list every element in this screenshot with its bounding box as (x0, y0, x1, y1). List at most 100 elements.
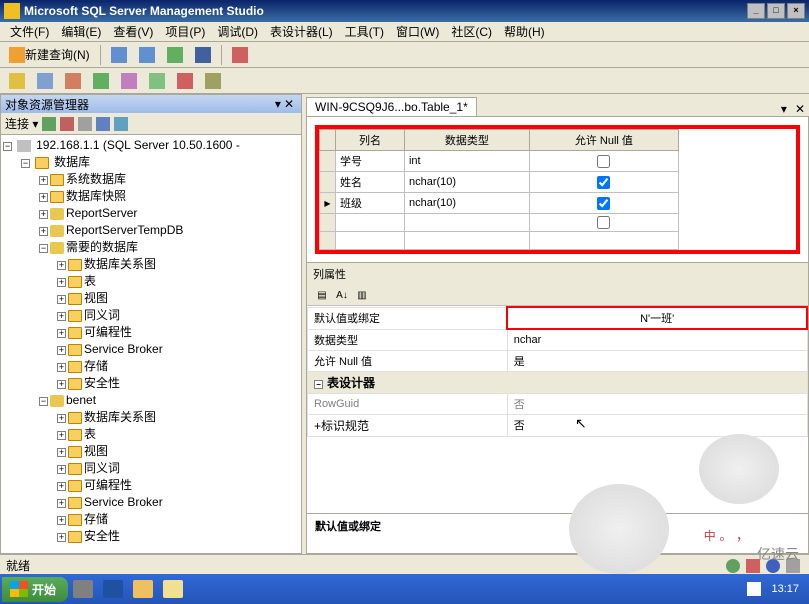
tree-item[interactable]: +安全性 (57, 375, 299, 392)
tb-insert-button[interactable] (144, 70, 170, 92)
col-name-cell[interactable]: 班级 (336, 193, 405, 214)
props-categorized-button[interactable]: ▤ (313, 287, 331, 303)
tree-item[interactable]: +数据库关系图 (57, 256, 299, 273)
tab-close-button[interactable]: ✕ (791, 102, 809, 116)
expand-icon[interactable]: + (57, 516, 66, 525)
tree-item[interactable]: +可编程性 (57, 477, 299, 494)
column-row[interactable]: 姓名 nchar(10) (320, 172, 679, 193)
sysdb-node[interactable]: +系统数据库 (39, 171, 299, 188)
prop-row[interactable]: RowGuid 否 (308, 393, 808, 414)
collapse-icon[interactable]: − (39, 397, 48, 406)
tree-item[interactable]: +Service Broker (57, 341, 299, 358)
prop-value[interactable]: nchar (507, 329, 807, 350)
column-definition-grid[interactable]: 列名 数据类型 允许 Null 值 学号 int 姓名 (319, 129, 679, 250)
refresh-icon[interactable] (114, 117, 128, 131)
quicklaunch-item[interactable] (159, 576, 187, 602)
column-row-empty[interactable] (320, 214, 679, 232)
tree-item[interactable]: +数据库关系图 (57, 409, 299, 426)
tb-activity-button[interactable] (227, 44, 253, 66)
menu-edit[interactable]: 编辑(E) (55, 21, 107, 42)
expand-icon[interactable]: + (39, 227, 48, 236)
reportservertemp-node[interactable]: +ReportServerTempDB (39, 222, 299, 239)
tree-item[interactable]: +安全性 (57, 528, 299, 545)
disconnect-icon[interactable] (60, 117, 74, 131)
prop-category[interactable]: −表设计器 (308, 371, 808, 393)
column-row[interactable]: 班级 nchar(10) (320, 193, 679, 214)
connect-icon[interactable] (42, 117, 56, 131)
prop-row[interactable]: 数据类型 nchar (308, 329, 808, 350)
prop-value[interactable]: 是 (507, 350, 807, 371)
close-button[interactable]: × (787, 3, 805, 19)
start-button[interactable]: 开始 (2, 577, 68, 602)
tree-item[interactable]: +存储 (57, 511, 299, 528)
prop-row[interactable]: 允许 Null 值 是 (308, 350, 808, 371)
tb-fulltext-button[interactable] (116, 70, 142, 92)
connect-button[interactable]: 连接 ▾ (5, 115, 38, 132)
minimize-button[interactable]: _ (747, 3, 765, 19)
expand-icon[interactable]: + (57, 329, 66, 338)
snapshot-node[interactable]: +数据库快照 (39, 188, 299, 205)
reportserver-node[interactable]: +ReportServer (39, 205, 299, 222)
quicklaunch-item[interactable] (129, 576, 157, 602)
server-node[interactable]: − 192.168.1.1 (SQL Server 10.50.1600 - (3, 137, 299, 154)
menu-view[interactable]: 查看(V) (107, 21, 159, 42)
expand-icon[interactable]: + (57, 380, 66, 389)
prop-row[interactable]: 默认值或绑定 N'一班' (308, 307, 808, 329)
prop-value-default-binding[interactable]: N'一班' (507, 307, 807, 329)
expand-icon[interactable]: + (57, 312, 66, 321)
tree-item[interactable]: +可编程性 (57, 324, 299, 341)
tb-key-button[interactable] (4, 70, 30, 92)
quicklaunch-item[interactable] (99, 576, 127, 602)
col-type-cell[interactable]: nchar(10) (404, 193, 529, 214)
benet-node[interactable]: −benet (39, 392, 299, 409)
maximize-button[interactable]: □ (767, 3, 785, 19)
tb-open-button[interactable] (106, 44, 132, 66)
props-pages-button[interactable]: ▥ (353, 287, 371, 303)
object-explorer-tree[interactable]: − 192.168.1.1 (SQL Server 10.50.1600 - −… (1, 135, 301, 553)
databases-node[interactable]: − 数据库 (21, 154, 299, 171)
allow-null-checkbox[interactable] (597, 197, 610, 210)
menu-help[interactable]: 帮助(H) (498, 21, 551, 42)
expand-icon[interactable]: + (39, 210, 48, 219)
prop-row[interactable]: +标识规范 否 (308, 414, 808, 436)
column-row-empty[interactable] (320, 232, 679, 250)
tb-delete-button[interactable] (172, 70, 198, 92)
document-tab[interactable]: WIN-9CSQ9J6...bo.Table_1* (306, 97, 477, 116)
expand-icon[interactable]: + (57, 465, 66, 474)
tree-item[interactable]: +表 (57, 273, 299, 290)
allow-null-checkbox[interactable] (597, 155, 610, 168)
expand-icon[interactable]: + (57, 414, 66, 423)
menu-window[interactable]: 窗口(W) (390, 21, 445, 42)
tb-index-button[interactable] (60, 70, 86, 92)
expand-icon[interactable]: + (39, 193, 48, 202)
tb-save-button[interactable] (134, 44, 160, 66)
taskbar-clock[interactable]: 13:17 (763, 583, 807, 595)
expand-icon[interactable]: + (57, 533, 66, 542)
expand-icon[interactable]: + (57, 363, 66, 372)
col-name-cell[interactable]: 姓名 (336, 172, 405, 193)
collapse-icon[interactable]: − (39, 244, 48, 253)
panel-close-button[interactable]: ✕ (281, 97, 297, 111)
filter-icon[interactable] (96, 117, 110, 131)
tree-item[interactable]: +同义词 (57, 307, 299, 324)
tree-item[interactable]: +Service Broker (57, 494, 299, 511)
tb-relation-button[interactable] (32, 70, 58, 92)
menu-file[interactable]: 文件(F) (4, 21, 55, 42)
menu-tools[interactable]: 工具(T) (339, 21, 390, 42)
expand-icon[interactable]: + (57, 278, 66, 287)
col-type-cell[interactable]: nchar(10) (404, 172, 529, 193)
tb-generate-button[interactable] (200, 70, 226, 92)
expand-icon[interactable]: + (57, 482, 66, 491)
neededdb-node[interactable]: −需要的数据库 (39, 239, 299, 256)
col-type-cell[interactable]: int (404, 151, 529, 172)
menu-project[interactable]: 项目(P) (159, 21, 211, 42)
collapse-icon[interactable]: − (314, 380, 323, 389)
quicklaunch-item[interactable] (69, 576, 97, 602)
tb-check-button[interactable] (88, 70, 114, 92)
expand-icon[interactable]: + (57, 295, 66, 304)
tb-save2-button[interactable] (190, 44, 216, 66)
column-row[interactable]: 学号 int (320, 151, 679, 172)
expand-icon[interactable]: + (57, 499, 66, 508)
tb-script-button[interactable] (162, 44, 188, 66)
col-name-cell[interactable]: 学号 (336, 151, 405, 172)
